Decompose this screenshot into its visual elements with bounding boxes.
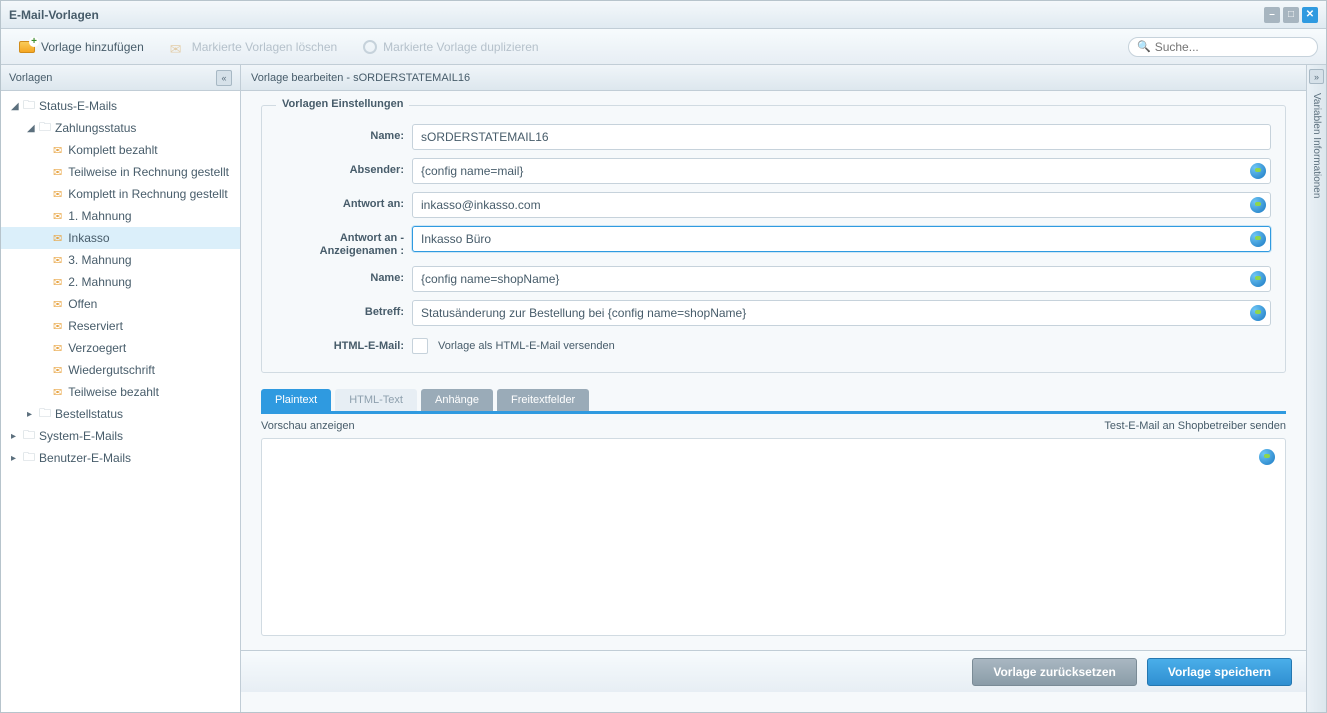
mail-icon: ✉ <box>53 320 62 333</box>
footer: Vorlage zurücksetzen Vorlage speichern <box>241 650 1306 692</box>
input-name[interactable] <box>412 124 1271 150</box>
input-replyto-displayname[interactable] <box>412 226 1271 252</box>
delete-templates-button: Markierte Vorlagen löschen <box>160 36 347 58</box>
tree-leaf[interactable]: ✉Teilweise in Rechnung gestellt <box>1 161 240 183</box>
minimize-button[interactable]: – <box>1264 7 1280 23</box>
tree-leaf-inkasso[interactable]: ✉Inkasso <box>1 227 240 249</box>
mail-icon: ✉ <box>53 386 62 399</box>
tree-leaf[interactable]: ✉3. Mahnung <box>1 249 240 271</box>
folder-icon: 🗀 <box>39 404 51 425</box>
mail-icon: ✉ <box>53 210 62 223</box>
main-panel: Vorlage bearbeiten - sORDERSTATEMAIL16 V… <box>241 65 1306 712</box>
mail-icon: ✉ <box>53 188 62 201</box>
maximize-button[interactable]: □ <box>1283 7 1299 23</box>
tree-node-system-emails[interactable]: ▸🗀System-E-Mails <box>1 425 240 447</box>
mail-icon: ✉ <box>53 298 62 311</box>
add-mail-icon <box>19 41 35 53</box>
label-html: HTML-E-Mail: <box>276 334 412 353</box>
expand-variables-button[interactable]: » <box>1309 69 1324 84</box>
globe-icon[interactable] <box>1250 231 1266 247</box>
label-replyto-displayname: Antwort an - Anzeigenamen : <box>276 226 412 258</box>
search-icon: 🔍 <box>1137 40 1151 53</box>
reset-button[interactable]: Vorlage zurücksetzen <box>972 658 1136 686</box>
mail-icon: ✉ <box>53 144 62 157</box>
variables-panel-collapsed: » Variablen Informationen <box>1306 65 1326 712</box>
tree-leaf[interactable]: ✉2. Mahnung <box>1 271 240 293</box>
tree-leaf[interactable]: ✉Wiedergutschrift <box>1 359 240 381</box>
mail-icon: ✉ <box>53 232 62 245</box>
folder-icon: 🗀 <box>23 448 35 469</box>
preview-link[interactable]: Vorschau anzeigen <box>261 420 355 432</box>
mail-icon: ✉ <box>53 254 62 267</box>
template-settings-fieldset: Vorlagen Einstellungen Name: Absender: A… <box>261 105 1286 373</box>
save-button[interactable]: Vorlage speichern <box>1147 658 1292 686</box>
tree-leaf[interactable]: ✉Offen <box>1 293 240 315</box>
globe-icon[interactable] <box>1250 271 1266 287</box>
globe-icon[interactable] <box>1250 305 1266 321</box>
add-template-button[interactable]: Vorlage hinzufügen <box>9 36 154 58</box>
folder-icon: 🗀 <box>23 426 35 447</box>
sidebar-header: Vorlagen « <box>1 65 240 91</box>
close-button[interactable]: ✕ <box>1302 7 1318 23</box>
search-input[interactable] <box>1151 40 1309 54</box>
tab-freetext[interactable]: Freitextfelder <box>497 389 589 411</box>
tab-plaintext[interactable]: Plaintext <box>261 389 331 411</box>
label-subject: Betreff: <box>276 300 412 319</box>
folder-icon: 🗀 <box>23 96 35 117</box>
fieldset-legend: Vorlagen Einstellungen <box>276 98 409 110</box>
tree-node-zahlungsstatus[interactable]: ◢🗀Zahlungsstatus <box>1 117 240 139</box>
tree-node-bestellstatus[interactable]: ▸🗀Bestellstatus <box>1 403 240 425</box>
tab-attachments[interactable]: Anhänge <box>421 389 493 411</box>
globe-icon[interactable] <box>1250 197 1266 213</box>
delete-mail-icon <box>170 41 186 53</box>
duplicate-icon <box>363 40 377 54</box>
input-sender[interactable] <box>412 158 1271 184</box>
mail-icon: ✉ <box>53 342 62 355</box>
checkbox-label: Vorlage als HTML-E-Mail versenden <box>438 340 615 352</box>
send-test-email-link[interactable]: Test-E-Mail an Shopbetreiber senden <box>1104 420 1286 432</box>
tree-node-status-emails[interactable]: ◢🗀Status-E-Mails <box>1 95 240 117</box>
globe-icon[interactable] <box>1250 163 1266 179</box>
globe-icon[interactable] <box>1259 449 1275 465</box>
sidebar-collapse-button[interactable]: « <box>216 70 232 86</box>
window-title: E-Mail-Vorlagen <box>9 8 99 22</box>
tree-leaf[interactable]: ✉1. Mahnung <box>1 205 240 227</box>
tab-html-text[interactable]: HTML-Text <box>335 389 417 411</box>
mail-icon: ✉ <box>53 276 62 289</box>
content-editor[interactable] <box>261 438 1286 636</box>
checkbox-html-email[interactable] <box>412 338 428 354</box>
tree-node-benutzer-emails[interactable]: ▸🗀Benutzer-E-Mails <box>1 447 240 469</box>
tree-leaf[interactable]: ✉Komplett in Rechnung gestellt <box>1 183 240 205</box>
toolbar: Vorlage hinzufügen Markierte Vorlagen lö… <box>1 29 1326 65</box>
label-name2: Name: <box>276 266 412 285</box>
tree-leaf[interactable]: ✉Teilweise bezahlt <box>1 381 240 403</box>
mail-icon: ✉ <box>53 166 62 179</box>
input-name2[interactable] <box>412 266 1271 292</box>
template-tree: ◢🗀Status-E-Mails ◢🗀Zahlungsstatus ✉Kompl… <box>1 91 240 712</box>
content-tabs: Plaintext HTML-Text Anhänge Freitextfeld… <box>261 389 1286 414</box>
tree-leaf[interactable]: ✉Reserviert <box>1 315 240 337</box>
search-field[interactable]: 🔍 <box>1128 37 1318 57</box>
duplicate-template-button: Markierte Vorlage duplizieren <box>353 36 548 58</box>
input-replyto[interactable] <box>412 192 1271 218</box>
mail-icon: ✉ <box>53 364 62 377</box>
label-sender: Absender: <box>276 158 412 177</box>
main-header: Vorlage bearbeiten - sORDERSTATEMAIL16 <box>241 65 1306 91</box>
window-titlebar: E-Mail-Vorlagen – □ ✕ <box>1 1 1326 29</box>
label-replyto: Antwort an: <box>276 192 412 211</box>
variables-panel-label: Variablen Informationen <box>1311 93 1322 198</box>
sidebar: Vorlagen « ◢🗀Status-E-Mails ◢🗀Zahlungsst… <box>1 65 241 712</box>
tree-leaf[interactable]: ✉Verzoegert <box>1 337 240 359</box>
input-subject[interactable] <box>412 300 1271 326</box>
tree-leaf[interactable]: ✉Komplett bezahlt <box>1 139 240 161</box>
folder-icon: 🗀 <box>39 118 51 139</box>
label-name: Name: <box>276 124 412 143</box>
